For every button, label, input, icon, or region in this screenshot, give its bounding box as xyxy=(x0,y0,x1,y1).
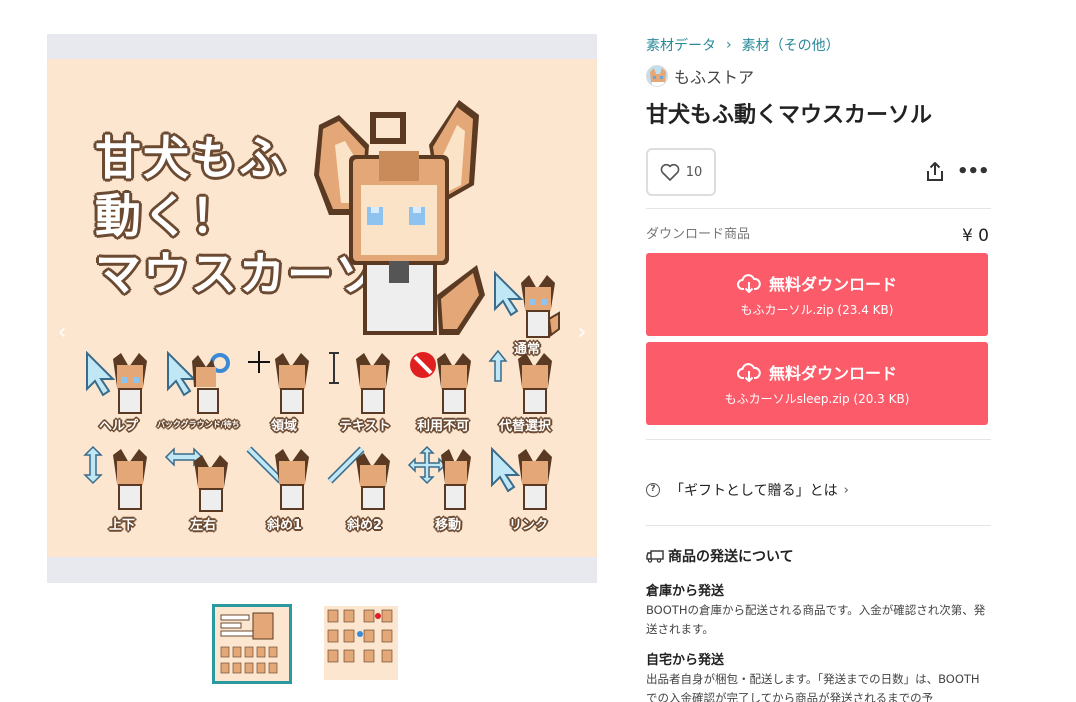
warehouse-text: BOOTHの倉庫から配送される商品です。入金が確認され次第、発送されます。 xyxy=(646,603,986,636)
label-area: 領域 xyxy=(271,419,298,434)
chevron-right-icon: › xyxy=(843,482,849,498)
cursor-link-dog xyxy=(491,446,552,510)
image-gallery: 甘犬もふ 動く！ マウスカーソル 通常 ヘルプ バックグラウンド/待ち 領域 テ… xyxy=(47,34,597,583)
free-download-button-2[interactable]: 無料ダウンロード もふカーソルsleep.zip (20.3 KB) xyxy=(646,342,988,425)
thumbnail-2[interactable] xyxy=(324,606,398,680)
shop-name: もふストア xyxy=(674,68,755,87)
cursor-vertical-dog xyxy=(83,445,147,510)
cursor-background-dog xyxy=(167,350,230,414)
download-button-label: 無料ダウンロード xyxy=(768,275,897,294)
share-icon[interactable] xyxy=(923,160,947,184)
cloud-download-icon xyxy=(737,363,761,382)
label-help: ヘルプ xyxy=(99,419,139,434)
question-icon: ? xyxy=(646,483,660,497)
cursor-move-dog xyxy=(407,445,471,510)
download-button-label: 無料ダウンロード xyxy=(768,364,897,383)
big-dog-illustration xyxy=(314,100,485,335)
thumbnail-1-image xyxy=(215,607,289,681)
cursor-alternate-dog xyxy=(488,349,552,414)
thumbnail-1[interactable] xyxy=(212,604,292,684)
divider xyxy=(646,525,991,526)
label-vertical: 上下 xyxy=(109,518,136,533)
cursor-text-dog xyxy=(329,352,390,414)
cursor-horizontal-dog xyxy=(164,447,228,512)
download-product-label: ダウンロード商品 xyxy=(646,227,751,242)
label-diagonal2: 斜め2 xyxy=(347,518,383,533)
gallery-next-button[interactable]: › xyxy=(573,321,591,345)
free-download-button-1[interactable]: 無料ダウンロード もふカーソル.zip (23.4 KB) xyxy=(646,253,988,336)
item-title: 甘犬もふ動くマウスカーソル xyxy=(646,103,933,128)
action-bar: 10 ••• xyxy=(646,148,991,196)
price: ¥ 0 xyxy=(961,226,989,246)
cursor-area-dog xyxy=(248,351,309,414)
label-horizontal: 左右 xyxy=(190,518,217,533)
heart-icon xyxy=(660,163,680,181)
label-link: リンク xyxy=(509,518,549,533)
price-row: ダウンロード商品 ¥ 0 xyxy=(646,209,991,253)
shop-link[interactable]: もふストア xyxy=(646,64,991,88)
cloud-download-icon xyxy=(737,274,761,293)
download-file-name: もふカーソル.zip (23.4 KB) xyxy=(740,303,894,317)
download-file-name: もふカーソルsleep.zip (20.3 KB) xyxy=(724,392,910,406)
download-button-main: 無料ダウンロード xyxy=(646,253,988,295)
warehouse-title: 倉庫から発送 xyxy=(646,584,725,599)
cursor-diagonal2-dog xyxy=(327,446,390,510)
breadcrumb-subcategory[interactable]: 素材（その他） xyxy=(742,35,840,55)
cursor-normal-dog xyxy=(494,270,560,338)
thumbnail-2-image xyxy=(324,606,398,680)
cursor-diagonal1-dog xyxy=(246,446,309,510)
label-move: 移動 xyxy=(435,518,462,533)
gift-info-text: 「ギフトとして贈る」とは xyxy=(670,483,838,499)
shop-avatar-icon xyxy=(647,66,667,86)
like-count: 10 xyxy=(685,164,703,180)
home-title: 自宅から発送 xyxy=(646,653,725,668)
truck-icon xyxy=(646,550,664,563)
item-details: 素材データ › 素材（その他） もふストア 甘犬もふ動くマウスカーソル 10 •… xyxy=(646,34,991,702)
gift-info-link[interactable]: ? 「ギフトとして贈る」とは › xyxy=(646,480,991,500)
download-button-main: 無料ダウンロード xyxy=(646,342,988,384)
label-background: バックグラウンド/待ち xyxy=(157,420,240,429)
main-product-image[interactable]: 甘犬もふ 動く！ マウスカーソル 通常 ヘルプ バックグラウンド/待ち 領域 テ… xyxy=(47,59,597,557)
label-text: テキスト xyxy=(339,419,391,434)
shipping-heading: 商品の発送について xyxy=(646,546,991,566)
chevron-right-icon: › xyxy=(726,37,732,53)
like-button[interactable]: 10 xyxy=(646,148,716,196)
cursor-unavailable-dog xyxy=(410,352,471,414)
breadcrumb: 素材データ › 素材（その他） xyxy=(646,34,991,56)
more-icon[interactable]: ••• xyxy=(957,160,990,184)
label-unavailable: 利用不可 xyxy=(417,419,470,434)
label-diagonal1: 斜め1 xyxy=(267,518,303,533)
breadcrumb-category[interactable]: 素材データ xyxy=(646,35,716,55)
cursor-help-dog xyxy=(86,350,147,414)
divider xyxy=(646,439,991,440)
shop-avatar xyxy=(646,65,668,87)
label-alternate: 代替選択 xyxy=(499,419,552,434)
gallery-prev-button[interactable]: ‹ xyxy=(53,321,71,345)
shipping-heading-text: 商品の発送について xyxy=(668,549,794,565)
home-text: 出品者自身が梱包・配送します。「発送までの日数」は、BOOTHでの入金確認が完了… xyxy=(646,672,980,702)
